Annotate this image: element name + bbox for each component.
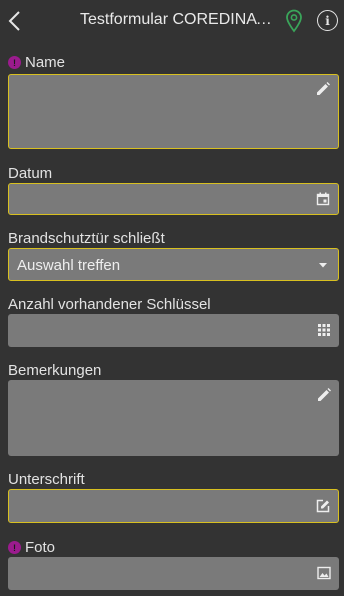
schluessel-label-text: Anzahl vorhandener Schlüssel <box>8 296 211 313</box>
page-title: Testformular COREDINATE Form <box>80 11 278 28</box>
map-pin-icon <box>286 9 302 33</box>
number-pad-icon <box>318 324 330 336</box>
datum-label: Datum <box>8 165 52 182</box>
brandschutz-select[interactable]: Auswahl treffen <box>8 248 339 281</box>
unterschrift-label-text: Unterschrift <box>8 471 85 488</box>
signature-edit-icon <box>316 499 330 513</box>
name-field[interactable] <box>8 74 339 149</box>
datum-label-text: Datum <box>8 165 53 182</box>
info-button[interactable]: i <box>317 10 338 31</box>
foto-label: ! Foto <box>8 539 55 556</box>
calendar-icon <box>316 192 330 206</box>
bemerkungen-label: Bemerkungen <box>8 362 101 379</box>
foto-field[interactable] <box>8 557 339 590</box>
required-icon: ! <box>8 541 21 554</box>
brandschutz-label: Brandschutztür schließt <box>8 230 165 247</box>
name-label: ! Name <box>8 54 65 71</box>
foto-label-text: Foto <box>25 539 56 556</box>
pencil-icon <box>318 388 331 401</box>
brandschutz-label-text: Brandschutztür schließt <box>8 230 165 247</box>
schluessel-field[interactable] <box>8 314 339 347</box>
pencil-icon <box>317 82 330 95</box>
chevron-left-icon <box>8 11 20 31</box>
name-label-text: Name <box>25 54 66 71</box>
unterschrift-field[interactable] <box>8 489 339 523</box>
dropdown-arrow-icon <box>319 263 327 268</box>
required-icon: ! <box>8 56 21 69</box>
bemerkungen-field[interactable] <box>8 380 339 456</box>
schluessel-label: Anzahl vorhandener Schlüssel <box>8 296 211 313</box>
bemerkungen-label-text: Bemerkungen <box>8 362 102 379</box>
brandschutz-selected-value: Auswahl treffen <box>17 257 121 274</box>
info-icon: i <box>325 13 330 28</box>
header-bar: Testformular COREDINATE Form i <box>0 0 344 44</box>
unterschrift-label: Unterschrift <box>8 471 85 488</box>
datum-field[interactable] <box>8 183 339 215</box>
back-button[interactable] <box>2 6 26 36</box>
image-icon <box>317 566 331 580</box>
location-button[interactable] <box>284 9 304 33</box>
